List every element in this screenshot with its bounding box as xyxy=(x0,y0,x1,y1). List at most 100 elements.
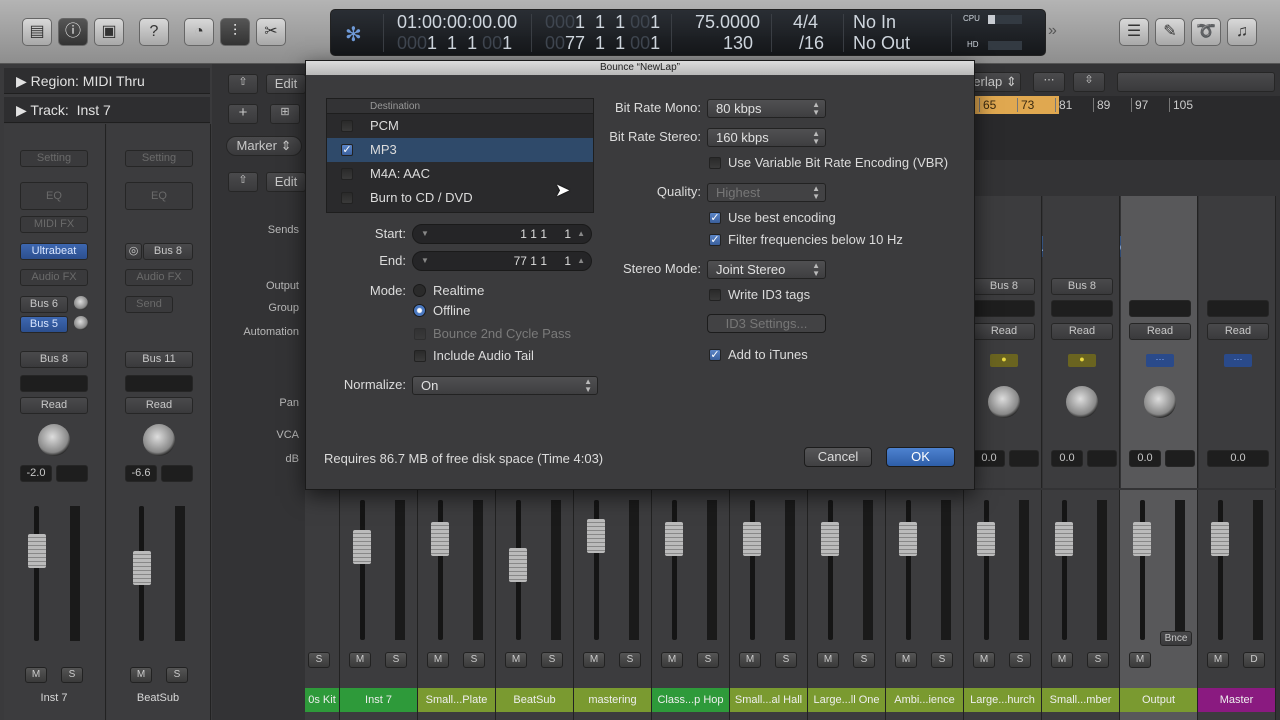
end-field[interactable]: ▼ 77 1 1 1 ▲ xyxy=(412,251,592,271)
ruler[interactable]: 65 73 81 89 97 105 xyxy=(975,96,1280,160)
realtime-label[interactable]: Realtime xyxy=(433,283,484,298)
send-knob-2[interactable] xyxy=(74,316,88,330)
destination-row[interactable]: M4A: AAC xyxy=(327,162,593,186)
group-slot[interactable] xyxy=(20,375,88,392)
info-icon[interactable]: ⓘ xyxy=(58,18,88,46)
locator-start[interactable]: 0001 1 1 001 xyxy=(545,12,660,33)
solo-button[interactable]: S xyxy=(1009,652,1031,668)
group-slot[interactable] xyxy=(1129,300,1191,317)
channel-name[interactable]: BeatSub xyxy=(107,692,209,704)
up-arrow-icon[interactable]: ⇧ xyxy=(228,74,258,94)
automation-mode[interactable]: Read xyxy=(20,397,88,414)
volume-readout[interactable]: 0.0 xyxy=(1129,450,1161,467)
time-signature[interactable]: 4/4 xyxy=(793,12,818,33)
editor-icon[interactable]: ▣ xyxy=(94,18,124,46)
zoom-sliders[interactable] xyxy=(1117,72,1275,92)
list-icon[interactable]: ☰ xyxy=(1119,18,1149,46)
channel-name[interactable]: BeatSub xyxy=(496,688,574,712)
setting-button[interactable]: Setting xyxy=(20,150,88,167)
solo-button[interactable]: S xyxy=(697,652,719,668)
volume-readout[interactable]: -2.0 xyxy=(20,465,52,482)
midi-fx-slot[interactable]: MIDI FX xyxy=(20,216,88,233)
ok-button[interactable]: OK xyxy=(886,447,955,467)
volume-fader[interactable] xyxy=(821,521,839,556)
edit-menu[interactable]: Edit xyxy=(266,74,306,94)
smart-controls-icon[interactable]: ◔ xyxy=(184,18,214,46)
checkbox[interactable] xyxy=(341,192,353,204)
vbr-checkbox[interactable] xyxy=(709,157,721,169)
checkbox[interactable] xyxy=(341,168,353,180)
channel-name[interactable]: Large...hurch xyxy=(964,688,1042,712)
eq-display[interactable]: EQ xyxy=(20,182,88,210)
vbr-label[interactable]: Use Variable Bit Rate Encoding (VBR) xyxy=(728,155,948,170)
group-slot[interactable] xyxy=(125,375,193,392)
channel-name[interactable]: Small...al Hall xyxy=(730,688,808,712)
channel-name[interactable]: 0s Kit xyxy=(305,688,340,712)
region-header[interactable]: ▶ Region: MIDI Thru xyxy=(4,68,210,94)
channel-name[interactable]: Small...mber xyxy=(1042,688,1120,712)
mute-button[interactable]: M xyxy=(349,652,371,668)
group-slot[interactable] xyxy=(1051,300,1113,317)
best-encoding-checkbox[interactable]: ✓ xyxy=(709,212,721,224)
input-monitor-icon[interactable]: ● xyxy=(1068,354,1096,367)
notepad-icon[interactable]: ✎ xyxy=(1155,18,1185,46)
solo-button[interactable]: S xyxy=(61,667,83,683)
mute-button[interactable]: M xyxy=(1207,652,1229,668)
send-slot[interactable]: Send xyxy=(125,296,173,313)
itunes-label[interactable]: Add to iTunes xyxy=(728,347,808,362)
include-tail-label[interactable]: Include Audio Tail xyxy=(433,348,534,363)
solo-button[interactable]: S xyxy=(931,652,953,668)
normalize-popup[interactable]: On ▲ ▼ xyxy=(412,376,598,395)
input-slot[interactable]: Bus 8 xyxy=(143,243,193,260)
pan-knob[interactable] xyxy=(1144,386,1176,418)
mute-button[interactable]: M xyxy=(427,652,449,668)
volume-fader[interactable] xyxy=(665,521,683,556)
mute-button[interactable]: M xyxy=(973,652,995,668)
solo-button[interactable]: S xyxy=(853,652,875,668)
audio-fx-slot[interactable]: Audio FX xyxy=(20,269,88,286)
quality-popup[interactable]: Highest ▲ ▼ xyxy=(707,183,826,202)
mixer-icon[interactable]: ⫶ xyxy=(220,18,250,46)
input-monitor-icon[interactable]: ● xyxy=(990,354,1018,367)
chevron-right-icon[interactable]: » xyxy=(1048,22,1057,40)
include-tail-checkbox[interactable] xyxy=(414,350,426,362)
folder-icon[interactable]: ⊞ xyxy=(270,104,300,124)
channel-name[interactable]: Inst 7 xyxy=(4,692,104,704)
lcd-display[interactable]: ✻ 01:00:00:00.00 0001 1 1 001 0001 1 1 0… xyxy=(330,9,1046,56)
volume-fader[interactable] xyxy=(353,530,371,564)
output-slot[interactable]: Bus 8 xyxy=(1051,278,1113,295)
pan-knob[interactable] xyxy=(38,424,70,456)
offline-label[interactable]: Offline xyxy=(433,303,470,318)
id3-checkbox[interactable] xyxy=(709,289,721,301)
volume-fader[interactable] xyxy=(1055,521,1073,556)
pan-knob[interactable] xyxy=(143,424,175,456)
mute-button[interactable]: M xyxy=(25,667,47,683)
channel-name[interactable]: Output xyxy=(1120,688,1198,712)
waveform-icon[interactable]: ⋯ xyxy=(1224,354,1252,367)
volume-fader[interactable] xyxy=(977,521,995,556)
bpm[interactable]: 130 xyxy=(723,33,753,54)
solo-button[interactable]: S xyxy=(308,652,330,668)
setting-button[interactable]: Setting xyxy=(125,150,193,167)
mute-button[interactable]: M xyxy=(817,652,839,668)
send-slot-2[interactable]: Bus 5 xyxy=(20,316,68,333)
waveform-zoom-icon[interactable]: ⋯ xyxy=(1033,72,1065,92)
filter-checkbox[interactable]: ✓ xyxy=(709,234,721,246)
volume-fader[interactable] xyxy=(743,521,761,556)
locator-end[interactable]: 0077 1 1 001 xyxy=(545,33,660,54)
best-encoding-label[interactable]: Use best encoding xyxy=(728,210,836,225)
tempo[interactable]: 75.0000 xyxy=(695,12,760,33)
solo-button[interactable]: S xyxy=(541,652,563,668)
volume-fader[interactable] xyxy=(509,548,527,582)
channel-name[interactable]: Inst 7 xyxy=(340,688,418,712)
volume-fader[interactable] xyxy=(899,521,917,556)
instrument-slot[interactable]: Ultrabeat xyxy=(20,243,88,260)
media-browser-icon[interactable]: ♫ xyxy=(1227,18,1257,46)
bounce-button[interactable]: Bnce xyxy=(1160,631,1192,646)
send-knob-1[interactable] xyxy=(74,296,88,310)
channel-name[interactable]: Small...Plate xyxy=(418,688,496,712)
eq-display[interactable]: EQ xyxy=(125,182,193,210)
mute-button[interactable]: M xyxy=(130,667,152,683)
solo-button[interactable]: S xyxy=(1087,652,1109,668)
bitrate-mono-popup[interactable]: 80 kbps ▲ ▼ xyxy=(707,99,826,118)
